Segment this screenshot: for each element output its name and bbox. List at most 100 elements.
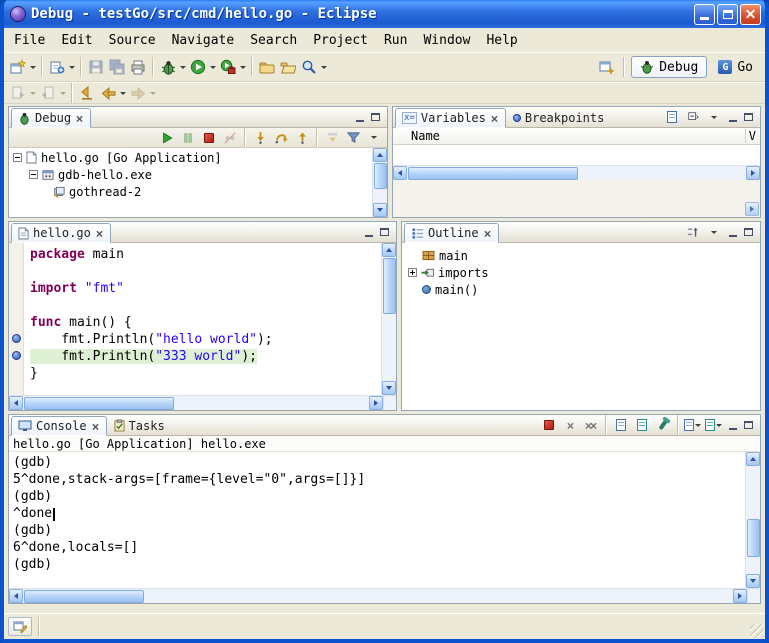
- window-maximize-button[interactable]: [717, 4, 738, 25]
- tab-console[interactable]: Console: [11, 416, 107, 436]
- title-bar[interactable]: Debug - testGo/src/cmd/hello.go - Eclips…: [4, 0, 765, 28]
- scroll-down-button[interactable]: [382, 381, 396, 395]
- editor-horizontal-scrollbar[interactable]: [9, 395, 383, 410]
- menu-navigate[interactable]: Navigate: [164, 31, 243, 50]
- external-tools-dropdown-icon[interactable]: [240, 66, 246, 69]
- drop-to-frame-button[interactable]: [322, 129, 342, 147]
- tab-hello-go-close-icon[interactable]: [96, 230, 102, 236]
- variables-detail-pane[interactable]: [393, 180, 760, 217]
- console-maximize-icon[interactable]: [741, 418, 756, 433]
- new-wizard-button[interactable]: [8, 55, 28, 79]
- scroll-right-button[interactable]: [733, 589, 747, 603]
- variables-horizontal-scrollbar[interactable]: [393, 165, 760, 180]
- menu-run[interactable]: Run: [376, 31, 415, 50]
- sort-button[interactable]: [683, 223, 703, 241]
- terminate-button[interactable]: [199, 129, 219, 147]
- step-into-button[interactable]: [250, 129, 270, 147]
- search-dropdown-icon[interactable]: [321, 66, 327, 69]
- window-close-button[interactable]: [740, 4, 761, 25]
- menu-help[interactable]: Help: [478, 31, 525, 50]
- detail-scroll-right-button[interactable]: [745, 202, 759, 216]
- disconnect-button[interactable]: [220, 129, 240, 147]
- use-step-filters-button[interactable]: [343, 129, 363, 147]
- suspend-button[interactable]: [178, 129, 198, 147]
- tree-row-launch[interactable]: hello.go [Go Application]: [9, 149, 372, 166]
- outline-row-imports[interactable]: imports: [418, 264, 760, 281]
- scroll-thumb[interactable]: [747, 519, 760, 557]
- console-vertical-scrollbar[interactable]: [745, 452, 760, 588]
- back-button[interactable]: [98, 84, 118, 102]
- collapse-all-button[interactable]: [683, 108, 703, 126]
- show-type-names-button[interactable]: [662, 108, 682, 126]
- tab-debug[interactable]: Debug: [11, 108, 91, 128]
- variables-column-header[interactable]: Name V: [393, 128, 760, 145]
- window-minimize-button[interactable]: [694, 4, 715, 25]
- scroll-left-button[interactable]: [393, 166, 407, 180]
- last-edit-location-button[interactable]: [77, 84, 97, 102]
- debug-button[interactable]: [158, 55, 178, 79]
- scroll-lock-button[interactable]: [632, 416, 652, 434]
- debug-launch-tree[interactable]: hello.go [Go Application] gdb-hello.exe …: [9, 148, 372, 217]
- display-selected-console-button[interactable]: [683, 416, 703, 434]
- collapse-expander-icon[interactable]: [13, 153, 22, 162]
- tab-tasks[interactable]: Tasks: [107, 415, 172, 435]
- editor-minimize-icon[interactable]: [361, 225, 376, 240]
- step-over-button[interactable]: [271, 129, 291, 147]
- remove-launch-button[interactable]: [560, 416, 580, 434]
- open-perspective-button[interactable]: [597, 55, 617, 79]
- tab-hello-go[interactable]: hello.go: [11, 223, 111, 243]
- collapse-expander-icon[interactable]: [29, 170, 38, 179]
- run-dropdown-icon[interactable]: [210, 66, 216, 69]
- previous-annotation-button[interactable]: [38, 84, 58, 102]
- open-folder-button[interactable]: [257, 55, 277, 79]
- menu-window[interactable]: Window: [415, 31, 478, 50]
- resume-button[interactable]: [157, 129, 177, 147]
- scroll-down-button[interactable]: [373, 203, 387, 217]
- forward-button[interactable]: [128, 84, 148, 102]
- menu-edit[interactable]: Edit: [53, 31, 100, 50]
- current-instruction-pointer-icon[interactable]: [12, 351, 21, 360]
- scroll-thumb[interactable]: [383, 258, 396, 314]
- fast-view-button[interactable]: [8, 617, 32, 636]
- open-console-button[interactable]: [704, 416, 724, 434]
- terminate-console-button[interactable]: [539, 416, 559, 434]
- debug-dropdown-icon[interactable]: [180, 66, 186, 69]
- scroll-left-button[interactable]: [9, 396, 23, 410]
- menu-file[interactable]: File: [6, 31, 53, 50]
- breakpoint-marker-icon[interactable]: [12, 334, 21, 343]
- tree-row-process[interactable]: gdb-hello.exe: [25, 166, 372, 183]
- tab-outline-close-icon[interactable]: [484, 230, 490, 236]
- scroll-up-button[interactable]: [746, 452, 760, 466]
- editor-vertical-scrollbar[interactable]: [381, 243, 396, 395]
- window-resize-grip[interactable]: [750, 624, 764, 638]
- outline-row-package[interactable]: main: [418, 247, 760, 264]
- menu-search[interactable]: Search: [242, 31, 305, 50]
- debug-view-maximize-icon[interactable]: [368, 110, 383, 125]
- step-return-button[interactable]: [292, 129, 312, 147]
- external-tools-button[interactable]: [218, 55, 238, 79]
- outline-maximize-icon[interactable]: [741, 225, 756, 240]
- scroll-left-button[interactable]: [9, 589, 23, 603]
- scroll-right-button[interactable]: [369, 396, 383, 410]
- search-button[interactable]: [299, 55, 319, 79]
- debug-vertical-scrollbar[interactable]: [372, 148, 387, 217]
- outline-row-main-func[interactable]: main(): [418, 281, 760, 298]
- variables-table-body[interactable]: [393, 145, 760, 165]
- pin-console-button[interactable]: [653, 416, 673, 434]
- clear-console-button[interactable]: [611, 416, 631, 434]
- console-text-area[interactable]: (gdb) 5^done,stack-args=[frame={level="0…: [9, 452, 745, 588]
- tab-debug-close-icon[interactable]: [76, 115, 82, 121]
- print-button[interactable]: [128, 55, 148, 79]
- expand-expander-icon[interactable]: [408, 268, 417, 277]
- previous-annotation-dropdown-icon[interactable]: [60, 92, 66, 95]
- tree-row-thread[interactable]: gothread-2: [49, 183, 372, 200]
- scroll-up-button[interactable]: [382, 243, 396, 257]
- editor-maximize-icon[interactable]: [377, 225, 392, 240]
- editor-annotation-ruler[interactable]: [9, 243, 24, 395]
- console-horizontal-scrollbar[interactable]: [9, 588, 747, 603]
- scroll-thumb[interactable]: [408, 167, 578, 180]
- new-go-element-button[interactable]: [47, 55, 67, 79]
- variables-view-maximize-icon[interactable]: [741, 110, 756, 125]
- outline-minimize-icon[interactable]: [725, 225, 740, 240]
- scroll-thumb[interactable]: [374, 163, 387, 189]
